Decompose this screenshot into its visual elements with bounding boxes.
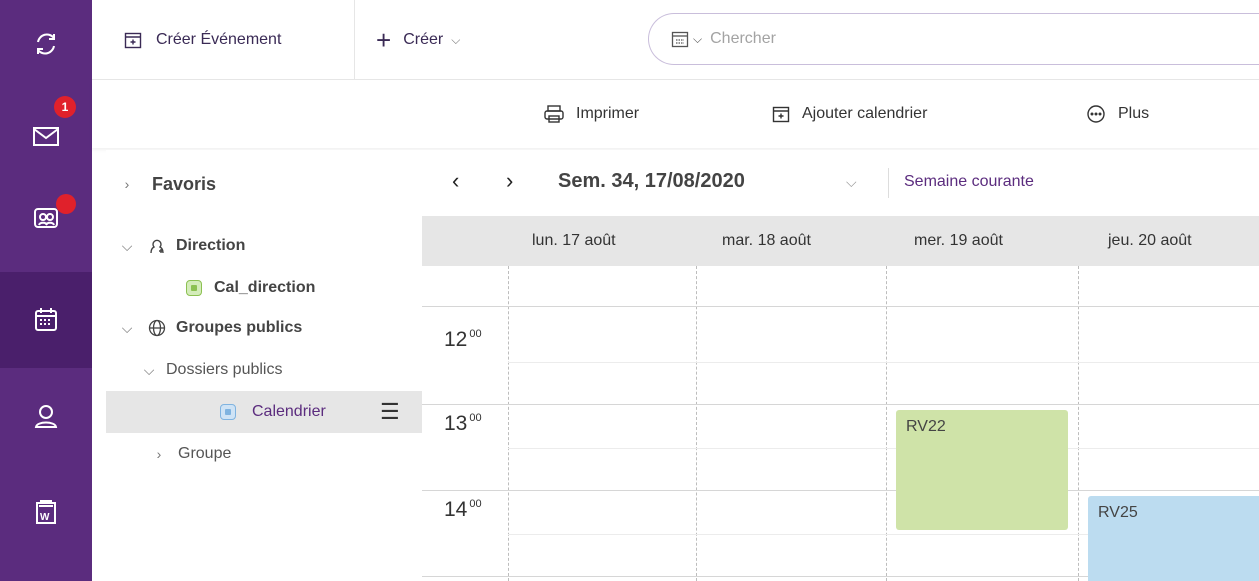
calendar-toolbar: Imprimer Ajouter calendrier Plus [92, 80, 1259, 148]
half-hour-line [508, 362, 1259, 363]
sync-icon [37, 33, 55, 55]
hour-line [422, 404, 1259, 405]
more-label: Plus [1118, 105, 1150, 122]
chevron-down-icon[interactable]: ⌵ [120, 320, 134, 337]
contacts-button[interactable] [0, 170, 92, 266]
globe-icon [148, 319, 166, 337]
next-week-icon[interactable]: › [506, 168, 513, 194]
tree-item-public-groups[interactable]: ⌵ Groupes publics [106, 308, 422, 348]
hour-line [422, 306, 1259, 307]
calendar-filter-icon [671, 31, 689, 48]
event-rv22[interactable]: RV22 [896, 410, 1068, 530]
day-header[interactable]: mer. 19 août [914, 232, 1003, 250]
mail-badge: 1 [54, 96, 76, 118]
calendar-button[interactable] [0, 272, 92, 368]
more-icon [1087, 105, 1105, 123]
tree-item-cal-direction[interactable]: Cal_direction [106, 268, 422, 308]
calendar-navigation: ‹ › Sem. 34, 17/08/2020 ⌵ Semaine couran… [422, 150, 1259, 216]
create-label: Créer [403, 31, 444, 48]
hour-line [422, 490, 1259, 491]
create-event-label: Créer Événement [156, 31, 282, 48]
calendar-plus-icon [124, 32, 142, 49]
add-calendar-label: Ajouter calendrier [802, 105, 928, 122]
chevron-right-icon[interactable]: › [120, 176, 134, 192]
tree-item-favorites[interactable]: › Favoris [106, 164, 422, 204]
svg-text:W: W [40, 512, 50, 523]
search-scope-chevron-icon[interactable]: ⌵ [693, 32, 702, 47]
chevron-right-icon[interactable]: › [152, 446, 166, 462]
contacts-badge [56, 194, 76, 214]
tree-item-label: Cal_direction [214, 279, 316, 296]
current-week-link[interactable]: Semaine courante [904, 173, 1034, 191]
chevron-down-icon[interactable]: ⌵ [142, 362, 156, 379]
week-grid[interactable]: 12 00 13 00 14 00 RV22 RV25 [422, 266, 1259, 581]
day-header-row: lun. 17 août mar. 18 août mer. 19 août j… [422, 216, 1259, 266]
hour-label: 12 00 [444, 328, 482, 351]
word-docs-icon: W [36, 500, 56, 524]
shared-user-icon [150, 239, 164, 254]
tree-item-label: Favoris [152, 173, 217, 194]
account-button[interactable] [0, 368, 92, 464]
toolbar-divider [354, 0, 355, 80]
chevron-down-icon[interactable]: ⌵ [120, 238, 134, 255]
print-label: Imprimer [576, 105, 640, 122]
add-calendar-button[interactable]: Ajouter calendrier [772, 80, 927, 148]
day-header[interactable]: jeu. 20 août [1108, 232, 1192, 250]
mail-icon [33, 127, 59, 146]
create-event-button[interactable]: Créer Événement [124, 0, 281, 80]
hour-label: 14 00 [444, 498, 482, 521]
tree-item-calendrier[interactable]: Calendrier ☰ [106, 391, 422, 433]
divider [888, 168, 889, 198]
search-box[interactable]: ⌵ Chercher [648, 13, 1259, 65]
event-rv25[interactable]: RV25 [1088, 496, 1259, 581]
calendar-color-checkbox[interactable] [220, 404, 236, 420]
sync-button[interactable] [0, 0, 92, 88]
day-header[interactable]: lun. 17 août [532, 232, 616, 250]
hour-label: 13 00 [444, 412, 482, 435]
documents-button[interactable]: W [0, 464, 92, 560]
event-title: RV25 [1098, 504, 1138, 521]
print-button[interactable]: Imprimer [544, 80, 639, 148]
week-label[interactable]: Sem. 34, 17/08/2020 [558, 170, 745, 193]
tree-item-group[interactable]: › Groupe [106, 434, 422, 474]
tree-item-label: Groupe [178, 445, 232, 462]
previous-week-icon[interactable]: ‹ [452, 168, 459, 194]
chevron-down-icon[interactable]: ⌵ [846, 174, 857, 191]
app-rail: 1 W [0, 0, 92, 581]
calendar-color-checkbox[interactable] [186, 280, 202, 296]
more-button[interactable]: Plus [1086, 80, 1149, 148]
search-input[interactable]: Chercher [710, 30, 776, 48]
tree-item-label: Groupes publics [176, 319, 303, 336]
user-icon [34, 405, 58, 428]
calendar-plus-icon [772, 106, 790, 123]
tree-item-label: Dossiers publics [166, 361, 283, 378]
tree-item-label: Direction [176, 237, 246, 254]
calendar-tree: › Favoris ⌵ Direction Cal_direction ⌵ Gr… [106, 150, 422, 581]
event-title: RV22 [906, 418, 946, 435]
day-header[interactable]: mar. 18 août [722, 232, 811, 250]
printer-icon [544, 105, 564, 123]
create-dropdown-button[interactable]: + Créer ⌵ [376, 0, 460, 80]
plus-icon: + [376, 25, 392, 55]
tree-item-direction[interactable]: ⌵ Direction [106, 226, 422, 266]
top-toolbar: Créer Événement + Créer ⌵ ⌵ Chercher [92, 0, 1259, 80]
tree-item-label: Calendrier [252, 403, 326, 420]
calendar-icon [35, 308, 57, 331]
tree-item-public-folders[interactable]: ⌵ Dossiers publics [106, 350, 422, 390]
chevron-down-icon: ⌵ [451, 32, 461, 47]
half-hour-line [508, 448, 1259, 449]
hamburger-menu-icon[interactable]: ☰ [380, 399, 400, 425]
